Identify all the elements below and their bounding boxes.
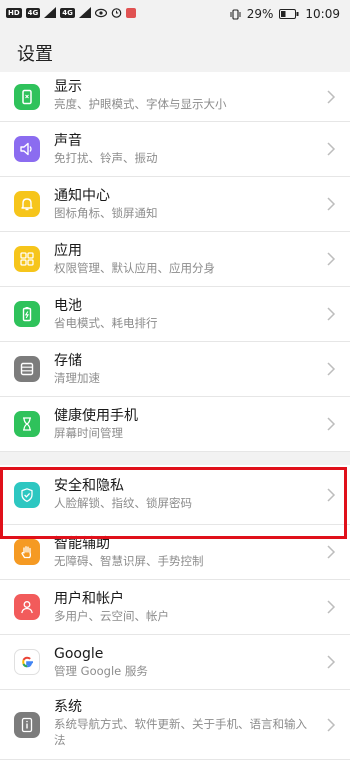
settings-item-google[interactable]: Google 管理 Google 服务 [0, 635, 350, 690]
battery-icon [14, 301, 40, 327]
chevron-right-icon [327, 545, 336, 559]
system-info-icon [14, 711, 40, 738]
settings-item-notifications[interactable]: 通知中心 图标角标、锁屏通知 [0, 177, 350, 232]
settings-item-subtitle: 省电模式、耗电排行 [54, 316, 158, 330]
settings-item-storage[interactable]: 存储 清理加速 [0, 342, 350, 397]
settings-item-label: 健康使用手机 [54, 408, 138, 424]
google-icon [14, 649, 40, 675]
settings-item-subtitle: 免打扰、铃声、振动 [54, 151, 158, 165]
settings-item-label: 显示 [54, 79, 82, 95]
settings-item-sound[interactable]: 声音 免打扰、铃声、振动 [0, 122, 350, 177]
bell-icon [14, 191, 40, 217]
settings-item-label: 存储 [54, 353, 82, 369]
settings-item-label: 系统 [54, 699, 82, 715]
signal-icon [44, 7, 57, 18]
settings-item-label: 用户和帐户 [54, 591, 124, 607]
eye-comfort-icon [94, 8, 107, 18]
settings-item-subtitle: 多用户、云空间、帐户 [54, 609, 169, 623]
settings-item-label: Google [54, 646, 104, 662]
chevron-right-icon [327, 487, 336, 502]
user-icon [14, 594, 40, 620]
settings-item-security-privacy[interactable]: 安全和隐私 人脸解锁、指纹、锁屏密码 [0, 465, 350, 525]
settings-item-label: 通知中心 [54, 188, 110, 204]
chevron-right-icon [327, 600, 336, 614]
settings-item-subtitle: 权限管理、默认应用、应用分身 [54, 261, 215, 275]
settings-item-system[interactable]: 系统 系统导航方式、软件更新、关于手机、语言和输入法 [0, 690, 350, 760]
chevron-right-icon [327, 89, 336, 104]
page-title: 设置 [17, 44, 53, 65]
settings-list: 显示 亮度、护眼模式、字体与显示大小 声音 免打扰、铃声、振动 通知中心 图标角… [0, 72, 350, 760]
speaker-icon [14, 136, 40, 162]
settings-item-digital-balance[interactable]: 健康使用手机 屏幕时间管理 [0, 397, 350, 452]
app-notification-icon [125, 7, 136, 18]
settings-item-label: 声音 [54, 133, 82, 149]
settings-item-subtitle: 人脸解锁、指纹、锁屏密码 [54, 496, 192, 510]
settings-item-accessibility[interactable]: 智能辅助 无障碍、智慧识屏、手势控制 [0, 525, 350, 580]
signal-icon-2 [78, 7, 91, 18]
battery-status-icon [279, 9, 299, 19]
settings-item-users-accounts[interactable]: 用户和帐户 多用户、云空间、帐户 [0, 580, 350, 635]
chevron-right-icon [327, 307, 336, 321]
chevron-right-icon [327, 655, 336, 669]
display-icon [14, 83, 40, 110]
apps-grid-icon [14, 246, 40, 272]
settings-item-display[interactable]: 显示 亮度、护眼模式、字体与显示大小 [0, 72, 350, 122]
status-bar: HD 4G 4G 29% 10:09 [0, 0, 350, 30]
vibrate-icon [230, 8, 241, 20]
settings-item-subtitle: 图标角标、锁屏通知 [54, 206, 158, 220]
settings-item-subtitle: 管理 Google 服务 [54, 664, 148, 678]
chevron-right-icon [327, 362, 336, 376]
chevron-right-icon [327, 417, 336, 431]
network-4g-indicator-2: 4G [60, 7, 75, 18]
hd-indicator: HD [6, 7, 22, 18]
chevron-right-icon [327, 252, 336, 266]
settings-item-label: 智能辅助 [54, 536, 110, 552]
settings-item-subtitle: 亮度、护眼模式、字体与显示大小 [54, 97, 227, 111]
settings-item-apps[interactable]: 应用 权限管理、默认应用、应用分身 [0, 232, 350, 287]
settings-item-battery[interactable]: 电池 省电模式、耗电排行 [0, 287, 350, 342]
settings-item-subtitle: 屏幕时间管理 [54, 426, 123, 440]
status-bar-right: 29% 10:09 [230, 7, 340, 21]
hand-icon [14, 539, 40, 565]
chevron-right-icon [327, 197, 336, 211]
settings-item-label: 应用 [54, 243, 82, 259]
settings-item-label: 电池 [54, 298, 82, 314]
storage-icon [14, 356, 40, 382]
network-4g-indicator-1: 4G [25, 7, 41, 18]
chevron-right-icon [327, 142, 336, 156]
status-bar-left: HD 4G 4G [6, 7, 136, 18]
settings-item-subtitle: 清理加速 [54, 371, 100, 385]
settings-item-subtitle: 无障碍、智慧识屏、手势控制 [54, 554, 204, 568]
chevron-right-icon [327, 717, 336, 732]
shield-icon [14, 481, 40, 508]
battery-percentage: 29% [246, 7, 274, 21]
clock: 10:09 [305, 7, 340, 21]
alarm-icon [111, 7, 122, 18]
settings-item-label: 安全和隐私 [54, 478, 124, 494]
settings-item-subtitle: 系统导航方式、软件更新、关于手机、语言和输入法 [54, 717, 307, 747]
hourglass-icon [14, 411, 40, 437]
